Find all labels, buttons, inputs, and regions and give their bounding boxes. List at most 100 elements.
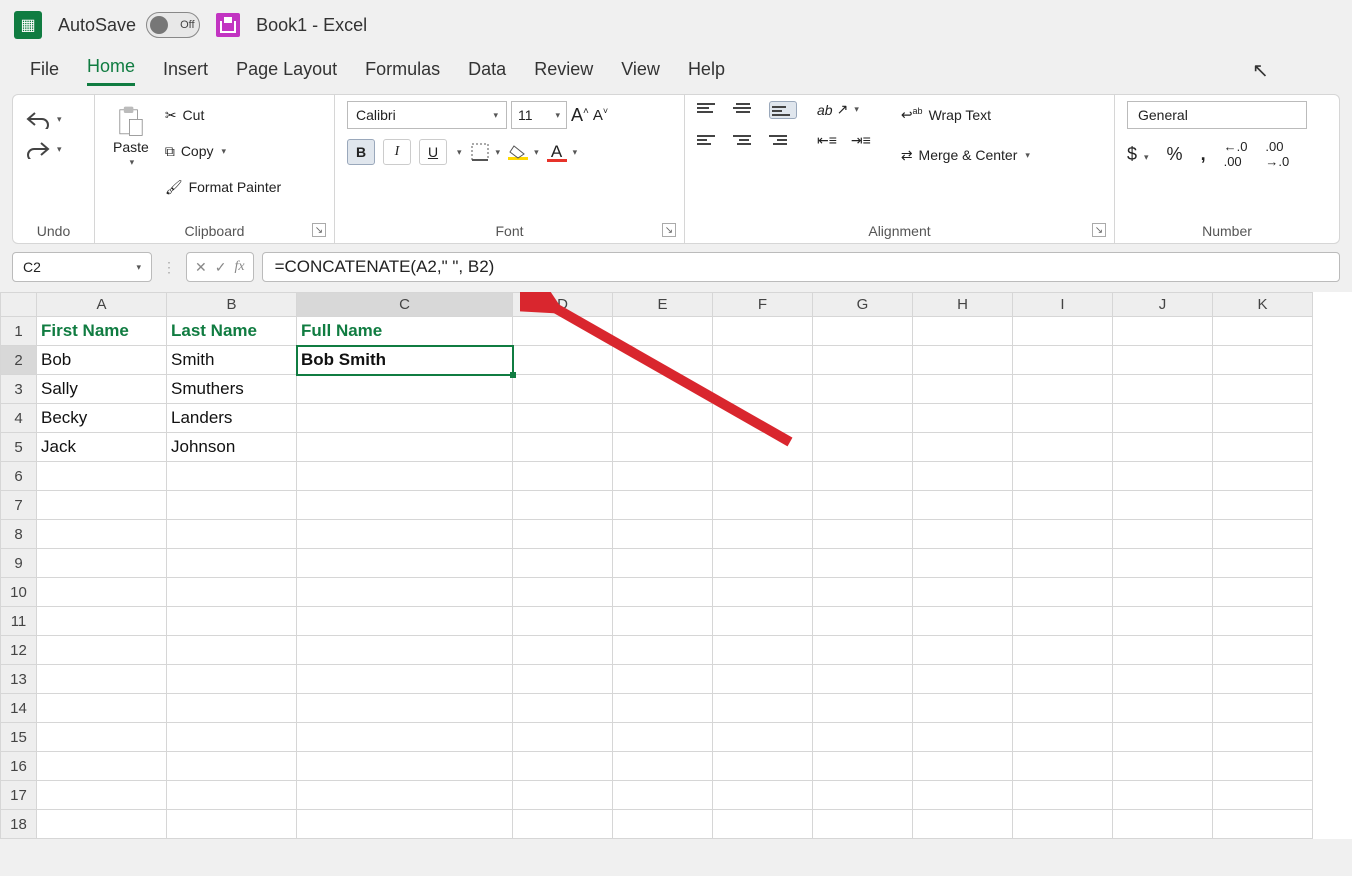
column-header[interactable]: F	[713, 293, 813, 317]
cell[interactable]	[913, 346, 1013, 375]
cell[interactable]	[1213, 462, 1313, 491]
cell[interactable]	[167, 665, 297, 694]
cell[interactable]	[1013, 491, 1113, 520]
cell[interactable]	[613, 752, 713, 781]
tab-file[interactable]: File	[30, 59, 59, 86]
cell[interactable]	[813, 752, 913, 781]
cell[interactable]	[813, 694, 913, 723]
cell[interactable]	[913, 636, 1013, 665]
cell[interactable]	[813, 346, 913, 375]
cell[interactable]	[613, 665, 713, 694]
column-header[interactable]: E	[613, 293, 713, 317]
align-top-button[interactable]	[697, 101, 719, 119]
cell[interactable]	[513, 404, 613, 433]
cell[interactable]	[37, 462, 167, 491]
cell[interactable]	[167, 636, 297, 665]
cell[interactable]	[613, 636, 713, 665]
cell[interactable]: Smuthers	[167, 375, 297, 404]
cell[interactable]	[167, 462, 297, 491]
cell[interactable]	[1113, 578, 1213, 607]
cell[interactable]	[813, 375, 913, 404]
cell[interactable]	[513, 520, 613, 549]
cell[interactable]	[1113, 317, 1213, 346]
cell[interactable]	[1113, 433, 1213, 462]
cell[interactable]	[913, 578, 1013, 607]
cell[interactable]: Bob	[37, 346, 167, 375]
cell[interactable]	[913, 723, 1013, 752]
cell[interactable]	[167, 752, 297, 781]
cell[interactable]	[1213, 346, 1313, 375]
cancel-formula-button[interactable]: ✕	[195, 259, 207, 276]
cell[interactable]	[813, 636, 913, 665]
cell[interactable]	[713, 723, 813, 752]
cell[interactable]	[913, 694, 1013, 723]
cell[interactable]	[1213, 520, 1313, 549]
tab-view[interactable]: View	[621, 59, 660, 86]
spreadsheet-grid[interactable]: ABCDEFGHIJK1First NameLast NameFull Name…	[0, 292, 1352, 839]
cell[interactable]	[613, 578, 713, 607]
cell[interactable]	[167, 810, 297, 839]
cell[interactable]	[713, 375, 813, 404]
cell[interactable]: Full Name	[297, 317, 513, 346]
cell[interactable]	[713, 433, 813, 462]
cell[interactable]	[1113, 375, 1213, 404]
cell[interactable]	[813, 723, 913, 752]
font-launcher-icon[interactable]: ↘	[662, 223, 676, 237]
align-left-button[interactable]	[697, 133, 719, 151]
cell[interactable]	[1013, 810, 1113, 839]
autosave-toggle[interactable]: Off	[146, 12, 200, 38]
cell[interactable]	[713, 520, 813, 549]
cell[interactable]	[1013, 665, 1113, 694]
cell[interactable]	[37, 665, 167, 694]
cell[interactable]	[913, 607, 1013, 636]
cell[interactable]	[297, 578, 513, 607]
cell[interactable]: Last Name	[167, 317, 297, 346]
cell[interactable]	[1213, 665, 1313, 694]
column-header[interactable]: A	[37, 293, 167, 317]
number-format-select[interactable]: General	[1127, 101, 1307, 129]
cell[interactable]	[1213, 694, 1313, 723]
row-header[interactable]: 3	[1, 375, 37, 404]
cell[interactable]	[513, 694, 613, 723]
cell[interactable]	[167, 694, 297, 723]
cell[interactable]: Becky	[37, 404, 167, 433]
cell[interactable]	[713, 578, 813, 607]
tab-help[interactable]: Help	[688, 59, 725, 86]
cell[interactable]	[1213, 810, 1313, 839]
cut-button[interactable]: ✂Cut	[161, 101, 285, 129]
align-right-button[interactable]	[769, 133, 791, 151]
cell[interactable]	[613, 723, 713, 752]
cell[interactable]	[1213, 636, 1313, 665]
cell[interactable]	[913, 665, 1013, 694]
cell[interactable]	[813, 549, 913, 578]
column-header[interactable]: K	[1213, 293, 1313, 317]
cell[interactable]	[713, 665, 813, 694]
cell[interactable]	[513, 346, 613, 375]
cell[interactable]	[713, 491, 813, 520]
cell[interactable]	[1013, 723, 1113, 752]
cell[interactable]	[37, 810, 167, 839]
cell[interactable]	[1013, 375, 1113, 404]
cell[interactable]	[37, 694, 167, 723]
cell[interactable]	[1013, 549, 1113, 578]
cell[interactable]	[297, 404, 513, 433]
cell[interactable]	[513, 578, 613, 607]
cell[interactable]	[613, 346, 713, 375]
cell[interactable]	[297, 781, 513, 810]
cell[interactable]	[1113, 549, 1213, 578]
cell[interactable]	[37, 636, 167, 665]
row-header[interactable]: 16	[1, 752, 37, 781]
tab-home[interactable]: Home	[87, 56, 135, 86]
cell[interactable]	[1113, 404, 1213, 433]
cell[interactable]	[1013, 317, 1113, 346]
align-center-button[interactable]	[733, 133, 755, 151]
cell[interactable]	[297, 607, 513, 636]
chevron-down-icon[interactable]: ▾	[457, 147, 462, 158]
cell[interactable]	[813, 491, 913, 520]
row-header[interactable]: 4	[1, 404, 37, 433]
font-size-select[interactable]: 11▾	[511, 101, 567, 129]
cell[interactable]	[513, 607, 613, 636]
cell[interactable]	[813, 462, 913, 491]
cell[interactable]	[1013, 752, 1113, 781]
format-painter-button[interactable]: 🖌Format Painter	[161, 173, 285, 201]
